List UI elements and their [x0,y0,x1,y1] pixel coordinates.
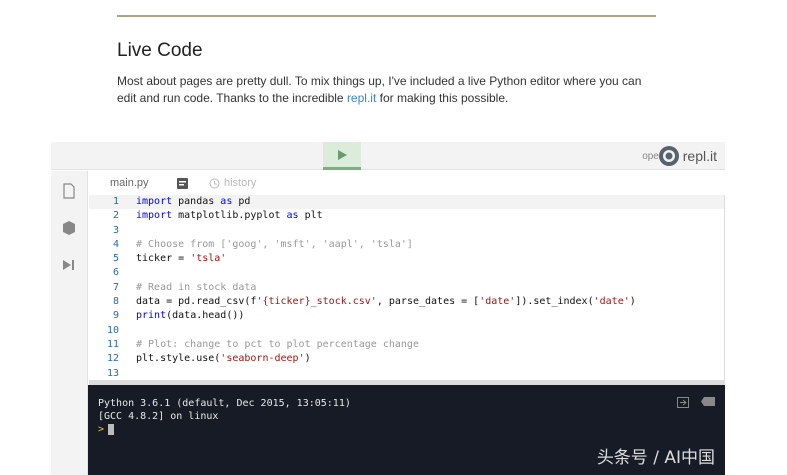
replit-link[interactable]: repl.it [347,91,376,105]
code-line: 6 [89,266,724,280]
code-line: 10 [89,324,724,338]
code-token: 'tsla' [190,253,227,265]
line-number: 1 [112,196,119,207]
line-number: 6 [112,267,119,279]
code-line: 8 data = pd.read_csv(f'{ticker}_stock.csv… [89,295,724,309]
code-token: # Plot: change to pct to plot percentage… [136,338,419,350]
code-token: '{ticker}_stock.csv' [256,296,377,308]
code-line: 1 import pandas as pd [89,195,724,210]
section-title: Live Code [117,40,203,61]
code-line: 7 # Read in stock data [89,281,724,295]
code-token: (data.head()) [166,310,245,322]
code-token: matplotlib.pyplot [172,210,287,222]
replit-logo[interactable]: repl.it [658,145,717,167]
divider [117,15,656,17]
console-line: [GCC 4.8.2] on linux [98,411,219,422]
replit-logo-icon [658,146,679,166]
code-token: import [136,196,173,207]
file-icon[interactable] [61,183,77,199]
line-number: 2 [112,210,119,222]
code-token: pandas [172,196,221,207]
run-debug-icon[interactable] [61,257,77,273]
editor-sidebar [51,171,88,475]
console-line: Python 3.6.1 (default, Dec 2015, 13:05:1… [98,398,351,409]
run-button[interactable] [323,142,361,170]
line-number: 10 [106,324,119,336]
tab-history[interactable]: history [224,177,256,189]
code-line: 4 # Choose from ['goog', 'msft', 'aapl', … [89,238,724,252]
package-icon[interactable] [61,220,77,236]
line-number: 7 [112,281,119,293]
code-line: 9 print(data.head()) [89,309,724,323]
line-number: 3 [112,224,119,236]
replit-brand: repl.it [682,148,717,164]
description-text-end: for making this possible. [376,91,509,105]
code-token: , parse_dates = [ [376,296,480,308]
code-token: 'date' [593,296,630,308]
watermark: 头条号 / AI中国 [596,448,715,468]
code-token: plt [298,210,323,222]
notes-icon[interactable] [177,178,188,189]
code-token: # Read in stock data [136,281,257,293]
code-line: 5 ticker = 'tsla' [89,252,724,266]
line-number: 4 [112,238,119,250]
history-icon [209,178,220,189]
code-token: ]).set_index( [515,296,594,308]
repl-editor: open in repl.it main.py history 1 import … [51,142,725,475]
play-icon [338,150,347,160]
console-exit-icon[interactable] [677,397,689,408]
code-line: 2 import matplotlib.pyplot as plt [89,209,724,223]
line-number: 8 [112,296,119,308]
code-token: as [220,196,233,207]
code-token: ) [304,353,311,365]
editor-toolbar: open in repl.it [51,142,725,170]
section-description: Most about pages are pretty dull. To mix… [117,73,662,107]
line-number: 12 [106,353,119,365]
code-token: ) [629,296,636,308]
line-number: 13 [106,367,119,379]
code-token: 'date' [479,296,516,308]
code-token: 'seaborn-deep' [220,353,305,365]
code-token: # Choose from ['goog', 'msft', 'aapl', '… [136,238,413,250]
tab-main-py[interactable]: main.py [110,177,149,189]
code-token: as [286,210,299,222]
code-line: 12 plt.style.use('seaborn-deep') [89,352,724,366]
code-token: ticker = [136,253,191,265]
line-number: 11 [106,338,119,350]
console-prompt: > [98,424,105,435]
line-number: 5 [112,253,119,265]
console[interactable]: Python 3.6.1 (default, Dec 2015, 13:05:1… [88,385,725,475]
line-number: 9 [112,310,119,322]
code-token: import [136,210,173,222]
code-token: pd [232,196,251,207]
code-token: data = pd.read_csv(f [136,296,257,308]
code-token: print [136,310,167,322]
code-line: 3 [89,224,724,238]
code-token: plt.style.use( [136,353,221,365]
console-cursor [108,423,115,435]
code-line: 13 [89,367,724,380]
editor-tabs: main.py history [89,171,725,195]
code-editor[interactable]: 1 import pandas as pd 2 import matplotlib.p… [89,195,725,380]
code-line: 11 # Plot: change to pct to plot percenta… [89,338,724,352]
console-clear-icon[interactable] [701,397,715,406]
